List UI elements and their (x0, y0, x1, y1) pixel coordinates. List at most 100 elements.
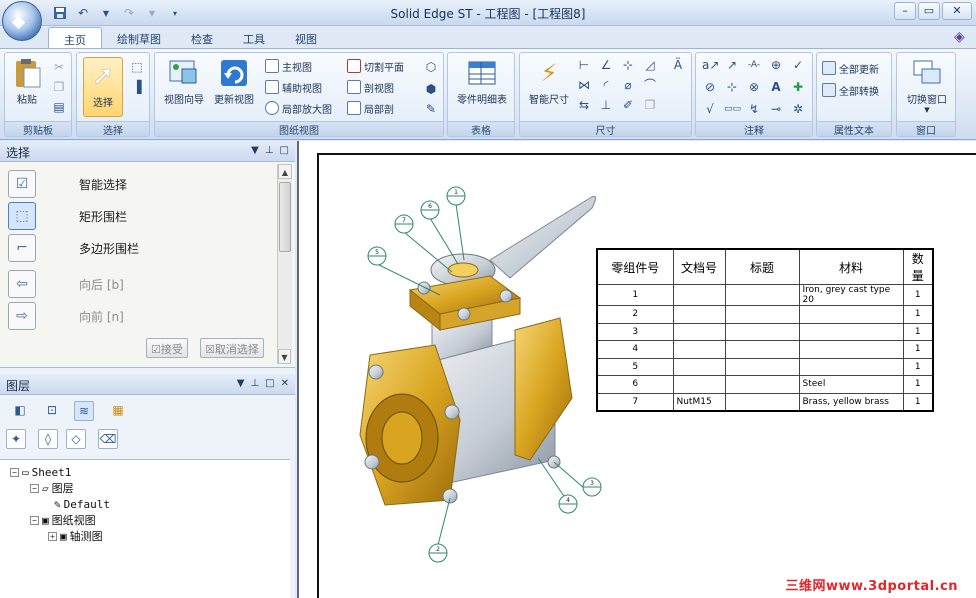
balloon[interactable]: 2 (428, 543, 448, 563)
switch-window-button[interactable]: 切换窗口 ▼ (899, 57, 955, 114)
delete-layer-icon[interactable]: ⌫ (98, 429, 118, 449)
surface-texture-icon[interactable]: √ (702, 101, 718, 117)
tab-home[interactable]: 主页 (48, 27, 102, 49)
collapse-icon[interactable]: − (10, 467, 19, 477)
connector-icon[interactable]: ↯ (746, 101, 762, 117)
3d-view-icon[interactable]: ⬡ (423, 59, 439, 75)
dropdown-icon[interactable]: ▼ (251, 145, 259, 156)
maximize-icon[interactable]: ▭ (918, 2, 940, 20)
tab-view[interactable]: 视图 (280, 27, 332, 49)
cross-icon[interactable]: ✚ (790, 79, 806, 95)
parts-list-table[interactable]: 零组件号 文档号 标题 材料 数量 1 Iron, grey cast type … (596, 248, 934, 412)
table-row[interactable]: 31 (596, 322, 934, 341)
tree-item-default-layer[interactable]: ✎ Default (54, 496, 110, 512)
balloon[interactable]: 7 (394, 214, 414, 234)
section-view-button[interactable]: 剖视图 (347, 78, 394, 96)
copy-icon[interactable]: ❐ (51, 79, 67, 95)
balloon[interactable]: 6 (420, 200, 440, 220)
distance-dim-icon[interactable]: ⊢ (576, 57, 592, 73)
copy-dim-icon[interactable]: ❐ (642, 97, 658, 113)
broken-out-button[interactable]: 局部剖 (347, 99, 394, 117)
pin-icon[interactable]: ⊥ (250, 378, 259, 389)
application-button[interactable]: ◆ (2, 1, 42, 41)
radius-dim-icon[interactable]: ◜ (598, 77, 614, 93)
minimize-icon[interactable]: – (894, 2, 916, 20)
scroll-down-icon[interactable]: ▼ (278, 349, 291, 364)
center-mark-icon[interactable]: ⊹ (724, 79, 740, 95)
new-layer-icon[interactable]: ✦ (6, 429, 26, 449)
diameter-dim-icon[interactable]: ⌀ (620, 77, 636, 93)
restore-icon[interactable]: □ (280, 145, 289, 156)
chamfer-dim-icon[interactable]: ◿ (642, 57, 658, 73)
restore-icon[interactable]: □ (265, 378, 274, 389)
align-tool-icon[interactable]: ▐ (129, 79, 145, 95)
cut-icon[interactable]: ✂ (51, 59, 67, 75)
table-row[interactable]: 21 (596, 305, 934, 324)
datum-icon[interactable]: ✓ (790, 57, 806, 73)
retrieve-dim-icon[interactable]: ⇆ (576, 97, 592, 113)
expand-icon[interactable]: + (48, 531, 57, 541)
auxiliary-view-button[interactable]: 辅助视图 (265, 78, 322, 96)
accept-button[interactable]: ☑接受 (146, 338, 188, 358)
feature-frame-icon[interactable]: ⊕ (768, 57, 784, 73)
layer-view-icon[interactable]: ◧ (10, 401, 30, 421)
tab-sketch[interactable]: 绘制草图 (102, 27, 176, 49)
tree-item-layers[interactable]: − ▱ 图层 (30, 480, 74, 496)
table-row[interactable]: 51 (596, 357, 934, 376)
detail-view-button[interactable]: 局部放大图 (265, 99, 332, 117)
weld-icon[interactable]: ⊗ (746, 79, 762, 95)
collapse-icon[interactable]: − (30, 515, 39, 525)
edit-view-icon[interactable]: ✎ (423, 101, 439, 117)
edge-condition-icon[interactable]: ▭▭ (724, 101, 741, 117)
scroll-thumb[interactable] (279, 182, 291, 252)
symmetric-dim-icon[interactable]: ⋈ (576, 77, 592, 93)
paste-button[interactable]: 粘贴 (9, 57, 45, 106)
convert-all-button[interactable]: 全部转换 (822, 81, 879, 99)
balloon-icon[interactable]: ⊘ (702, 79, 718, 95)
bolt-circle-icon[interactable]: ✲ (790, 101, 806, 117)
close-icon[interactable]: ✕ (942, 2, 972, 20)
layer-properties-icon[interactable]: ▦ (108, 401, 128, 421)
select-button[interactable]: ➚ 选择 (83, 57, 123, 117)
paste-special-icon[interactable]: ▤ (51, 99, 67, 115)
balloon[interactable]: 1 (446, 186, 466, 206)
cancel-selection-button[interactable]: ☒取消选择 (200, 338, 264, 358)
leader-icon[interactable]: ↗ (724, 57, 740, 73)
hide-layer-icon[interactable]: ◇ (66, 429, 86, 449)
table-row[interactable]: 7 NutM15 Brass, yellow brass 1 (596, 392, 934, 411)
close-icon[interactable]: ✕ (281, 378, 289, 389)
valve-isometric-view[interactable]: 5 7 6 1 3 4 2 (340, 180, 610, 570)
scroll-up-icon[interactable]: ▲ (278, 164, 292, 179)
valve-nut[interactable] (447, 262, 479, 278)
select-panel-scrollbar[interactable]: ▲ ▼ (277, 164, 292, 364)
tab-tools[interactable]: 工具 (228, 27, 280, 49)
tree-item-isometric[interactable]: + ▣ 轴测图 (48, 528, 103, 544)
back-item[interactable]: ⇦ 向后 [b] (8, 270, 124, 298)
update-all-button[interactable]: 全部更新 (822, 59, 879, 77)
callout-icon[interactable]: a↗ (702, 57, 719, 73)
principal-view-button[interactable]: 主视图 (265, 57, 312, 75)
tab-inspect[interactable]: 检查 (176, 27, 228, 49)
angle-dim-icon[interactable]: ∠ (598, 57, 614, 73)
rectangle-fence-item[interactable]: ⬚ 矩形围栏 (8, 202, 127, 230)
table-row[interactable]: 41 (596, 340, 934, 359)
select-tool-icon[interactable]: ⬚ (129, 59, 145, 75)
arc-dim-icon[interactable]: ⌒ (642, 77, 658, 93)
table-row[interactable]: 6 Steel 1 (596, 375, 934, 394)
cutting-plane-button[interactable]: 切割平面 (347, 57, 404, 75)
layers-icon[interactable]: ≋ (74, 401, 94, 421)
balloon[interactable]: 4 (558, 494, 578, 514)
cube-icon[interactable]: ⬢ (423, 81, 439, 97)
parts-list-button[interactable]: 零件明细表 (450, 57, 514, 106)
smart-select-item[interactable]: ☑ 智能选择 (8, 170, 127, 198)
bolt-hole-icon[interactable]: ⊸ (768, 101, 784, 117)
dropdown-icon[interactable]: ▼ (237, 378, 245, 389)
table-row[interactable]: 1 Iron, grey cast type 20 1 (596, 284, 934, 306)
baseline-dim-icon[interactable]: ⊥ (598, 97, 614, 113)
forward-item[interactable]: ⇨ 向前 [n] (8, 302, 124, 330)
show-layer-icon[interactable]: ◊ (38, 429, 58, 449)
coordinate-dim-icon[interactable]: ⊹ (620, 57, 636, 73)
tree-item-drawing-views[interactable]: − ▣ 图纸视图 (30, 512, 96, 528)
pin-icon[interactable]: ⊥ (265, 145, 274, 156)
text-icon[interactable]: A (768, 79, 784, 95)
